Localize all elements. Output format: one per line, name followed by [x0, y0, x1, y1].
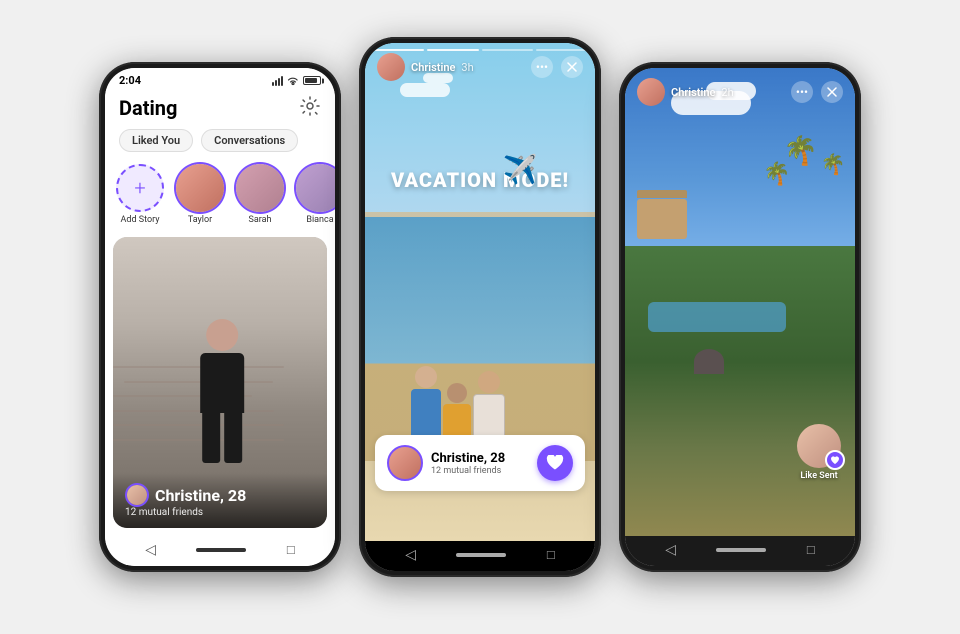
bottom-nav-2: ◁ □ — [365, 541, 595, 571]
like-sent-heart — [825, 450, 845, 470]
phone-1: 2:04 Dat — [99, 62, 341, 572]
tab-conversations[interactable]: Conversations — [201, 129, 298, 152]
heart-icon-sent — [830, 456, 840, 465]
nav-back-1[interactable]: ◁ — [145, 542, 156, 558]
profile-card-bg: Christine, 28 12 mutual friends — [113, 237, 327, 528]
gear-icon — [299, 95, 321, 117]
nav-back-2[interactable]: ◁ — [405, 547, 416, 563]
airplane-emoji: ✈️ — [503, 153, 538, 186]
palm-tree-3: 🌴 — [763, 162, 790, 182]
tab-liked-you[interactable]: Liked You — [119, 129, 193, 152]
profile-mutual: 12 mutual friends — [125, 507, 315, 518]
signal-icon — [272, 76, 283, 86]
story-label-add: Add Story — [121, 215, 160, 225]
status-icons-1 — [272, 76, 321, 86]
story-profile-card: Christine, 28 12 mutual friends — [375, 435, 585, 491]
story-item-bianca[interactable]: Bianca — [295, 164, 335, 225]
phone-1-screen: 2:04 Dat — [105, 68, 335, 566]
like-sent-avatar — [797, 424, 841, 468]
app-header: Dating — [105, 89, 335, 125]
story-actions-2: ••• — [531, 56, 583, 78]
story-header-2: Christine 3h ••• — [365, 43, 595, 87]
story-view: Christine 3h ••• VACATION — [365, 43, 595, 541]
home-bar-2[interactable] — [456, 553, 506, 557]
story-username-3: Christine — [671, 86, 715, 99]
battery-icon — [303, 76, 321, 85]
story-row: + Add Story Taylor Sarah Bianca — [105, 156, 335, 233]
nav-square-3[interactable]: □ — [807, 542, 815, 558]
story-user-info: Christine 3h — [377, 53, 474, 81]
resort-view: 🌴 🌴 🌴 — [625, 68, 855, 536]
story-profile-mutual: 12 mutual friends — [431, 466, 505, 476]
status-bar-1: 2:04 — [105, 68, 335, 89]
bottom-nav-1: ◁ □ — [105, 536, 335, 566]
profile-name-row: Christine, 28 — [125, 483, 315, 507]
story-profile-avatar — [387, 445, 423, 481]
tab-pills: Liked You Conversations — [105, 125, 335, 156]
like-button[interactable] — [537, 445, 573, 481]
profile-card[interactable]: Christine, 28 12 mutual friends — [113, 237, 327, 528]
story-time-3: 2h — [721, 86, 733, 99]
settings-button[interactable] — [299, 95, 321, 121]
story-user-info-3: Christine 2h — [637, 78, 734, 106]
time-display-1: 2:04 — [119, 74, 141, 87]
story-close-btn-3[interactable] — [821, 81, 843, 103]
story-more-btn-3[interactable]: ••• — [791, 81, 813, 103]
add-story-avatar: + — [116, 164, 164, 212]
story-username: Christine — [411, 61, 455, 74]
story-avatar-sarah — [236, 164, 284, 212]
close-icon-3 — [827, 87, 837, 97]
bottom-nav-3: ◁ □ — [625, 536, 855, 566]
profile-figure — [200, 319, 244, 463]
story-item-taylor[interactable]: Taylor — [175, 164, 225, 225]
story-avatar-bianca — [296, 164, 335, 212]
story-avatar-3 — [637, 78, 665, 106]
app-title: Dating — [119, 96, 177, 120]
story-time: 3h — [461, 61, 473, 74]
story-label-taylor: Taylor — [188, 215, 212, 225]
story-profile-left: Christine, 28 12 mutual friends — [387, 445, 505, 481]
phone-2-screen: Christine 3h ••• VACATION — [365, 43, 595, 571]
palm-tree-2: 🌴 — [783, 134, 818, 162]
phones-container: 2:04 Dat — [79, 37, 881, 597]
palm-tree-1: 🌴 — [821, 152, 846, 171]
story-actions-3: ••• — [791, 81, 843, 103]
story-item-add[interactable]: + Add Story — [115, 164, 165, 225]
phone-2: Christine 3h ••• VACATION — [359, 37, 601, 577]
phone-3: 🌴 🌴 🌴 — [619, 62, 861, 572]
nav-back-3[interactable]: ◁ — [665, 542, 676, 558]
story-avatar-2 — [377, 53, 405, 81]
story-label-sarah: Sarah — [249, 215, 272, 225]
nav-square-2[interactable]: □ — [547, 547, 555, 563]
close-icon — [567, 62, 577, 72]
phone-3-screen: 🌴 🌴 🌴 — [625, 68, 855, 566]
profile-name-age: Christine, 28 — [155, 486, 246, 505]
story-profile-name: Christine, 28 — [431, 451, 505, 466]
story-close-btn[interactable] — [561, 56, 583, 78]
story-label-bianca: Bianca — [306, 215, 333, 225]
like-sent-label: Like Sent — [800, 471, 837, 481]
profile-info-overlay: Christine, 28 12 mutual friends — [113, 473, 327, 528]
story-item-sarah[interactable]: Sarah — [235, 164, 285, 225]
wifi-icon — [286, 76, 300, 86]
like-sent-overlay: Like Sent — [797, 424, 841, 481]
story-header-3: Christine 2h ••• — [625, 68, 855, 112]
heart-icon — [546, 455, 564, 471]
story-avatar-taylor — [176, 164, 224, 212]
profile-mini-avatar — [125, 483, 149, 507]
nav-square-1[interactable]: □ — [287, 542, 295, 558]
vacation-mode-text: VACATION MODE! — [365, 168, 595, 192]
home-bar-1[interactable] — [196, 548, 246, 552]
story-more-btn[interactable]: ••• — [531, 56, 553, 78]
home-bar-3[interactable] — [716, 548, 766, 552]
